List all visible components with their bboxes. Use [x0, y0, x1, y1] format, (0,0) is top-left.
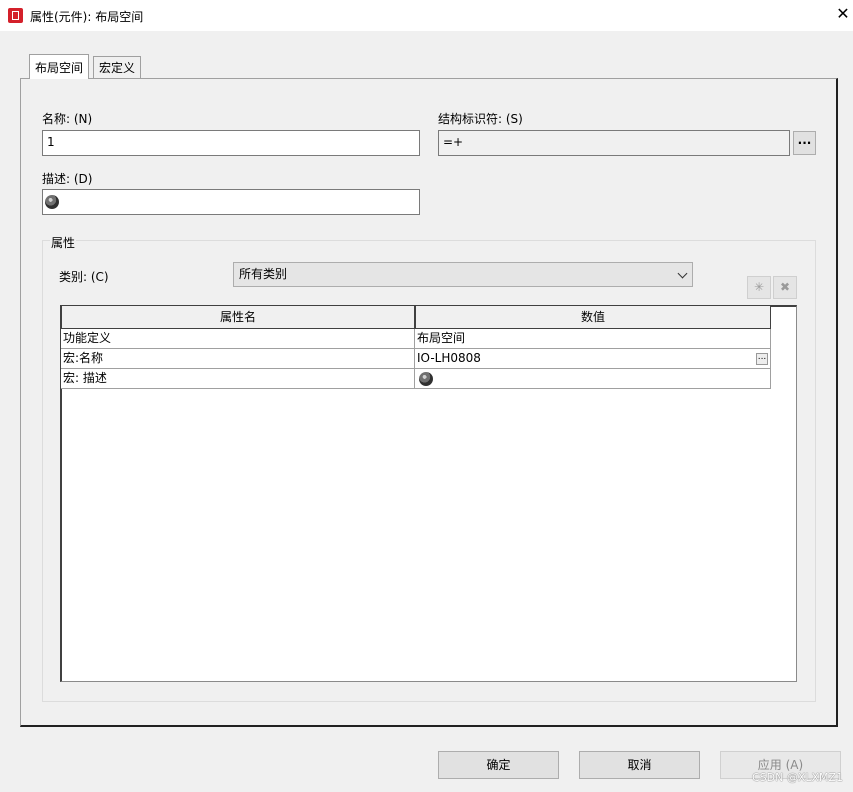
window-title: 属性(元件): 布局空间: [30, 10, 144, 24]
table-row-value[interactable]: [415, 369, 771, 389]
description-label: 描述: (D): [42, 172, 93, 186]
structure-browse-button[interactable]: ...: [793, 131, 816, 155]
app-icon: [8, 8, 23, 23]
ok-button[interactable]: 确定: [438, 751, 559, 779]
globe-icon: [45, 194, 59, 209]
add-property-button[interactable]: ✳: [747, 276, 771, 299]
structure-identifier-label: 结构标识符: (S): [438, 112, 523, 126]
row-browse-button[interactable]: ...: [756, 353, 768, 365]
table-row-value[interactable]: IO-LH0808: [415, 349, 771, 369]
chevron-down-icon: [677, 268, 688, 279]
globe-icon: [419, 371, 433, 386]
watermark: CSDN @XLXMZ1: [752, 771, 844, 784]
column-header-value[interactable]: 数值: [415, 305, 771, 329]
table-row-name[interactable]: 宏:名称: [61, 349, 415, 369]
table-row-value[interactable]: 布局空间: [415, 329, 771, 349]
table-row-name[interactable]: 功能定义: [61, 329, 415, 349]
tab-macro-definition[interactable]: 宏定义: [93, 56, 142, 79]
delete-property-button[interactable]: ✖: [773, 276, 797, 299]
cancel-button[interactable]: 取消: [579, 751, 700, 779]
category-select[interactable]: 所有类别: [233, 262, 693, 287]
description-field[interactable]: [42, 189, 420, 215]
close-icon[interactable]: ✕: [834, 4, 852, 24]
name-label: 名称: (N): [42, 112, 93, 126]
tab-layout-space[interactable]: 布局空间: [29, 54, 90, 79]
properties-group-title: 属性: [50, 234, 77, 251]
column-header-property-name[interactable]: 属性名: [61, 305, 415, 329]
delete-icon: ✖: [779, 280, 791, 294]
star-icon: ✳: [753, 280, 765, 294]
name-field[interactable]: 1: [42, 130, 420, 156]
category-value: 所有类别: [239, 267, 288, 281]
structure-identifier-field[interactable]: =+: [438, 130, 790, 156]
category-label: 类别: (C): [59, 270, 109, 284]
table-row-name[interactable]: 宏: 描述: [61, 369, 415, 389]
